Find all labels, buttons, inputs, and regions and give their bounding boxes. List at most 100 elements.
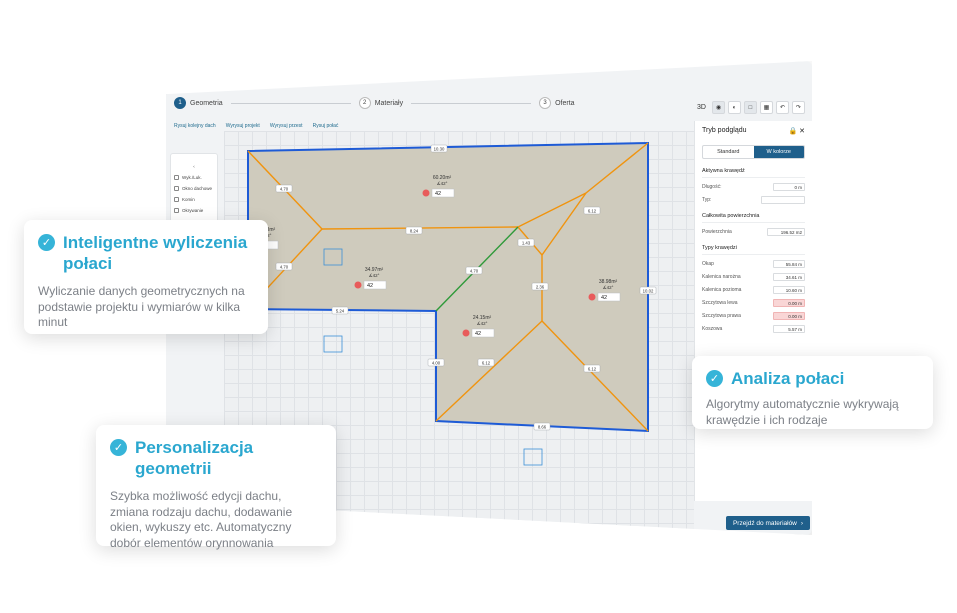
edge-row: Kalenica narożna 34.61 m: [702, 273, 805, 281]
panel-item-label: Wyk./Luk.: [182, 175, 202, 180]
grid-icon[interactable]: ▦: [759, 101, 773, 114]
edge-row: Okap 55.84 m: [702, 260, 805, 268]
step-label: Oferta: [555, 99, 575, 107]
feature-card-personalization: ✓ Personalizacja geometrii Szybka możliw…: [96, 425, 336, 550]
length-row: Długość: 0 m: [702, 183, 805, 191]
edge-label: Szczytowa prawa: [702, 313, 741, 319]
view-3d-button[interactable]: 3D: [694, 104, 709, 111]
lock-icon[interactable]: 🔒: [788, 128, 797, 135]
dimension-label: 4.70: [280, 187, 289, 192]
step-divider: [411, 102, 532, 104]
close-icon[interactable]: ✕: [799, 128, 805, 135]
roof-window: [323, 335, 343, 353]
check-icon: ✓: [706, 370, 723, 387]
card-title: Inteligentne wyliczenia połaci: [63, 233, 248, 273]
tab-draw-plane[interactable]: Rysuj połać: [313, 123, 339, 129]
edge-value: 5.57 m: [773, 325, 805, 333]
section-edge-types: Typy krawędzi: [702, 245, 805, 255]
tab-draw-space[interactable]: Wyrysuj przest: [270, 123, 303, 129]
remove-icon: [588, 293, 596, 301]
edge-label: Okap: [702, 261, 714, 267]
step-number: 3: [539, 97, 552, 109]
panel-item-label: Okrywanie: [182, 208, 204, 213]
section-active-edge: Aktywna krawędź: [702, 168, 805, 178]
slope-value: 42: [435, 191, 441, 197]
slope-value: 42: [475, 331, 481, 337]
chevron-up-icon[interactable]: ‹: [174, 164, 214, 169]
square-icon[interactable]: □: [743, 101, 757, 114]
angle-label: ∡42°: [477, 321, 488, 326]
dimension-label: 6.12: [588, 209, 597, 214]
step-materialy[interactable]: 2 Materiały: [358, 97, 403, 109]
type-row: Typ:: [702, 196, 805, 204]
dimension-label: 6.12: [588, 367, 597, 372]
panel-item-dormer[interactable]: Wyk./Luk.: [174, 175, 214, 180]
area-label: Powierzchnia: [702, 229, 732, 235]
eye-icon[interactable]: ◉: [711, 101, 725, 114]
dimension-label: 4.70: [470, 269, 479, 274]
edge-value: 0.00 m: [773, 312, 805, 320]
angle-label: ∡42°: [603, 285, 614, 290]
step-oferta[interactable]: 3 Oferta: [539, 97, 575, 109]
check-icon: ✓: [110, 439, 127, 456]
edge-label: Kalenica narożna: [702, 274, 741, 280]
panel-item-window[interactable]: Okno dachowe: [174, 186, 214, 191]
panel-title: Tryb podglądu: [702, 127, 747, 134]
edge-value: 34.61 m: [773, 273, 805, 281]
dimension-label: 1.43: [522, 241, 531, 246]
panel-header: Tryb podglądu 🔒 ✕: [702, 127, 805, 135]
dimension-label: 10.02: [643, 289, 654, 294]
go-to-materials-button[interactable]: Przejdź do materiałów ›: [726, 516, 810, 530]
card-header: ✓ Personalizacja geometrii: [110, 437, 322, 479]
angle-label: ∡42°: [437, 181, 448, 186]
edge-value: 0.00 m: [773, 299, 805, 307]
contrast-icon[interactable]: ◐: [727, 101, 741, 114]
panel-header-icons: 🔒 ✕: [788, 127, 805, 135]
toggle-standard[interactable]: Standard: [703, 146, 754, 158]
panel-item-label: Komin: [182, 197, 195, 202]
remove-icon: [422, 189, 430, 197]
step-geometria[interactable]: 1 Geometria: [174, 97, 223, 109]
stage: 1 Geometria 2 Materiały 3 Oferta 3D ◉ ◐ …: [0, 0, 957, 613]
roof-outline: [247, 141, 649, 433]
tab-draw-project[interactable]: Wyrysuj projekt: [226, 123, 260, 129]
dimension-label: 10.30: [434, 147, 445, 152]
preview-panel: Tryb podglądu 🔒 ✕ Standard W kolorze Akt…: [694, 121, 812, 501]
next-button-label: Przejdź do materiałów: [732, 519, 797, 527]
edge-label: Szczytowa lewa: [702, 300, 738, 306]
undo-icon[interactable]: ↶: [775, 101, 789, 114]
slope-value: 42: [601, 295, 607, 301]
dimension-label: 8.24: [410, 229, 419, 234]
edge-label: Koszowa: [702, 326, 723, 332]
card-title: Analiza połaci: [731, 369, 845, 388]
card-description: Algorytmy automatycznie wykrywają krawęd…: [706, 397, 899, 427]
edge-row: Szczytowa lewa 0.00 m: [702, 299, 805, 307]
slope-value: 42: [367, 283, 373, 289]
redo-icon[interactable]: ↷: [791, 101, 805, 114]
panel-item-label: Okno dachowe: [182, 186, 213, 191]
tab-draw-roof[interactable]: Rysuj kolejny dach: [174, 123, 216, 129]
card-header: ✓ Analiza połaci: [706, 368, 919, 389]
feature-card-analysis: ✓ Analiza połaci Algorytmy automatycznie…: [692, 356, 933, 429]
edge-type-list: Okap 55.84 m Kalenica narożna 34.61 m Ka…: [702, 260, 805, 333]
dimension-label: 4.00: [432, 361, 441, 366]
check-icon: ✓: [38, 234, 55, 251]
length-field[interactable]: 0 m: [773, 183, 805, 191]
type-select[interactable]: [761, 196, 805, 204]
remove-icon: [462, 329, 470, 337]
step-number: 1: [174, 97, 186, 109]
edge-row: Szczytowa prawa 0.00 m: [702, 312, 805, 320]
card-title: Personalizacja geometrii: [135, 438, 254, 478]
window-icon: [174, 186, 179, 191]
edge-value: 55.84 m: [773, 260, 805, 268]
panel-item-gutter[interactable]: Okrywanie: [174, 208, 214, 213]
dormer-icon: [174, 175, 179, 180]
dimension-label: 4.70: [280, 265, 289, 270]
toggle-color[interactable]: W kolorze: [753, 146, 804, 158]
card-description: Wyliczanie danych geometrycznych na pods…: [38, 284, 245, 329]
roof-window: [523, 448, 543, 466]
edge-label: Kalenica pozioma: [702, 287, 742, 293]
panel-item-chimney[interactable]: Komin: [174, 197, 214, 202]
action-tabs: Rysuj kolejny dach Wyrysuj projekt Wyrys…: [174, 123, 338, 129]
type-label: Typ:: [702, 197, 712, 203]
